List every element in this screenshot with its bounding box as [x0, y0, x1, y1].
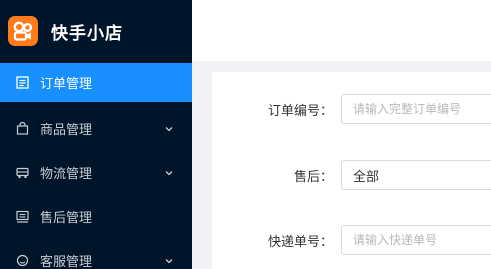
order-number-row: 订单编号： — [212, 94, 491, 124]
after-sale-row: 售后： 全部 — [212, 160, 491, 190]
sidebar-item-products[interactable]: 商品管理 — [0, 106, 192, 150]
order-filter-panel: 订单编号： 售后： 全部 快递单号： — [212, 72, 491, 269]
order-number-input[interactable] — [341, 94, 491, 124]
shopping-bag-icon — [16, 121, 29, 135]
brand: 快手小店 — [0, 0, 192, 62]
sidebar-item-label: 客服管理 — [40, 254, 93, 269]
sidebar-item-label: 订单管理 — [40, 77, 93, 92]
sidebar-menu: 订单管理 商品管理 物流管理 售后管理 客服管理 — [0, 63, 192, 269]
chevron-down-icon — [164, 255, 174, 265]
sidebar-item-orders[interactable]: 订单管理 — [0, 63, 192, 102]
sidebar-item-logistics[interactable]: 物流管理 — [0, 150, 192, 194]
sidebar-item-after-sales[interactable]: 售后管理 — [0, 194, 192, 238]
truck-icon — [16, 166, 29, 179]
after-sale-icon — [16, 210, 29, 223]
order-number-label: 订单编号： — [267, 103, 333, 119]
sidebar-item-customer-service[interactable]: 客服管理 — [0, 238, 192, 269]
order-list-icon — [16, 76, 29, 89]
sidebar-item-label: 商品管理 — [40, 122, 93, 138]
after-sale-selected-value: 全部 — [353, 169, 380, 185]
sidebar: 快手小店 订单管理 商品管理 物流管理 售后管理 客服管理 — [0, 0, 192, 269]
tracking-number-row: 快递单号： — [212, 225, 491, 255]
app-name: 快手小店 — [51, 23, 123, 44]
top-header — [192, 0, 491, 61]
sidebar-item-label: 售后管理 — [40, 210, 93, 226]
tracking-number-label: 快递单号： — [267, 234, 333, 250]
after-sale-select[interactable]: 全部 — [341, 160, 491, 190]
kuaishou-logo-icon — [8, 16, 38, 46]
chevron-down-icon — [164, 167, 174, 177]
after-sale-label: 售后： — [293, 169, 333, 185]
sidebar-item-label: 物流管理 — [40, 166, 93, 182]
chevron-down-icon — [164, 123, 174, 133]
tracking-number-input[interactable] — [341, 225, 491, 255]
customer-service-icon — [16, 254, 29, 267]
